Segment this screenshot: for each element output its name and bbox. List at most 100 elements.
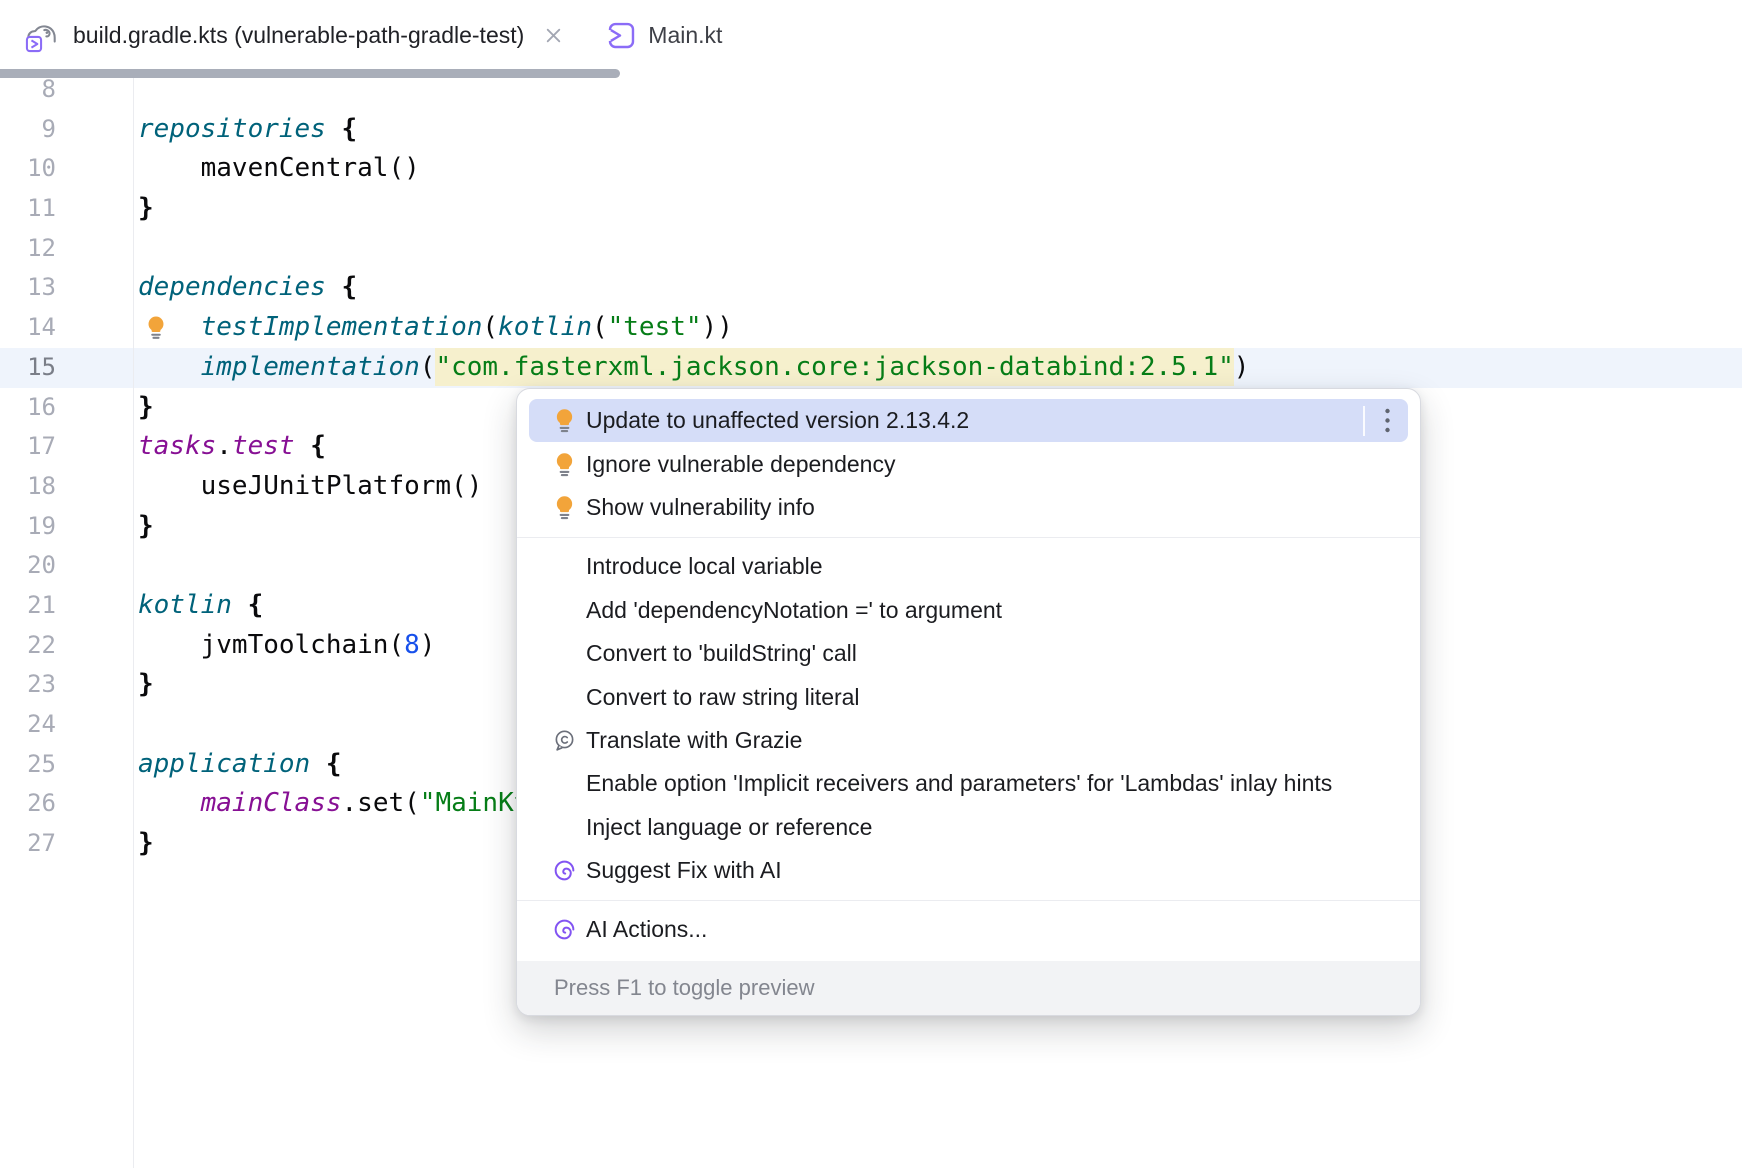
code-line-10[interactable]: 10 mavenCentral() <box>0 149 1742 189</box>
tab-title: Main.kt <box>648 22 722 49</box>
bulb-icon-slot <box>551 407 577 435</box>
intention-action-label: Suggest Fix with AI <box>586 857 782 884</box>
code-text: mainClass.set("MainKt") <box>138 784 561 824</box>
lightbulb-icon <box>552 407 577 434</box>
editor-tab-bar: build.gradle.kts (vulnerable-path-gradle… <box>0 0 1742 70</box>
intention-action-label: Update to unaffected version 2.13.4.2 <box>586 407 969 434</box>
icon-spacer <box>551 596 577 624</box>
gutter-separator <box>133 70 134 1168</box>
code-line-12[interactable]: 12 <box>0 229 1742 269</box>
intention-action-label: Introduce local variable <box>586 553 823 580</box>
active-tab-underline <box>0 69 620 78</box>
intention-action-item[interactable]: Introduce local variable <box>529 545 1408 588</box>
intention-action-item[interactable]: Ignore vulnerable dependency <box>529 442 1408 485</box>
intention-action-item[interactable]: Convert to 'buildString' call <box>529 632 1408 675</box>
intention-action-label: Convert to 'buildString' call <box>586 640 857 667</box>
lightbulb-icon <box>552 494 577 521</box>
intention-action-item[interactable]: Translate with Grazie <box>529 719 1408 762</box>
icon-spacer <box>551 683 577 711</box>
line-number[interactable]: 12 <box>0 229 56 269</box>
code-line-11[interactable]: 11} <box>0 189 1742 229</box>
icon-spacer <box>551 640 577 668</box>
code-line-9[interactable]: 9 repositories { <box>0 110 1742 150</box>
line-number[interactable]: 9 <box>0 110 56 150</box>
intention-action-label: Convert to raw string literal <box>586 684 860 711</box>
intention-action-item[interactable]: Inject language or reference <box>529 806 1408 849</box>
code-text: kotlin { <box>138 586 263 626</box>
line-number[interactable]: 11 <box>0 189 56 229</box>
icon-spacer <box>551 770 577 798</box>
line-number[interactable]: 17 <box>0 427 56 467</box>
intention-action-item[interactable]: Update to unaffected version 2.13.4.2 <box>529 399 1408 442</box>
code-text: dependencies { <box>138 268 357 308</box>
bulb-icon-slot <box>551 493 577 521</box>
ide-window: { "tabs": [ { "label": "build.gradle.kts… <box>0 0 1742 1168</box>
code-text: mavenCentral() <box>138 149 420 189</box>
line-number[interactable]: 23 <box>0 665 56 705</box>
intention-action-label: Enable option 'Implicit receivers and pa… <box>586 770 1332 797</box>
line-number[interactable]: 16 <box>0 388 56 428</box>
line-number[interactable]: 21 <box>0 586 56 626</box>
code-text: testImplementation(kotlin("test")) <box>138 308 733 348</box>
code-text: application { <box>138 745 342 785</box>
intention-action-item[interactable]: Convert to raw string literal <box>529 675 1408 718</box>
intention-action-label: Show vulnerability info <box>586 494 815 521</box>
line-number[interactable]: 20 <box>0 546 56 586</box>
close-tab-icon[interactable] <box>544 26 563 45</box>
code-line-14[interactable]: 14 testImplementation(kotlin("test")) <box>0 308 1742 348</box>
line-number[interactable]: 26 <box>0 784 56 824</box>
code-text: repositories { <box>138 110 357 150</box>
line-number[interactable]: 15 <box>0 348 56 388</box>
line-number[interactable]: 25 <box>0 745 56 785</box>
intention-action-label: Add 'dependencyNotation =' to argument <box>586 597 1002 624</box>
more-options-kebab-icon[interactable] <box>1383 407 1392 434</box>
selected-item-divider <box>1363 406 1365 436</box>
lightbulb-icon <box>552 451 577 478</box>
intention-action-item[interactable]: Show vulnerability info <box>529 486 1408 529</box>
ai-icon-slot <box>551 916 577 944</box>
ai-spiral-icon <box>552 857 577 884</box>
intention-action-label: Translate with Grazie <box>586 727 802 754</box>
line-number[interactable]: 13 <box>0 268 56 308</box>
gradle-kotlin-script-file-icon <box>25 17 61 53</box>
grazie-icon-slot <box>551 726 577 754</box>
intention-action-item[interactable]: AI Actions... <box>529 908 1408 951</box>
intention-action-label: Ignore vulnerable dependency <box>586 451 895 478</box>
line-number[interactable]: 24 <box>0 705 56 745</box>
line-number[interactable]: 14 <box>0 308 56 348</box>
intention-action-item[interactable]: Enable option 'Implicit receivers and pa… <box>529 762 1408 805</box>
line-number[interactable]: 19 <box>0 507 56 547</box>
code-line-13[interactable]: 13 dependencies { <box>0 268 1742 308</box>
intention-action-item[interactable]: Suggest Fix with AI <box>529 849 1408 892</box>
tab-main-kt[interactable]: Main.kt <box>563 0 722 70</box>
code-text: } <box>138 824 154 864</box>
ai-spiral-icon <box>552 916 577 943</box>
intention-actions-list: Update to unaffected version 2.13.4.2 Ign… <box>517 389 1420 961</box>
tab-build-gradle-kts[interactable]: build.gradle.kts (vulnerable-path-gradle… <box>0 0 563 70</box>
code-text: } <box>138 507 154 547</box>
popup-footer-hint: Press F1 to toggle preview <box>517 961 1420 1015</box>
line-number[interactable]: 18 <box>0 467 56 507</box>
kotlin-file-icon <box>607 21 636 50</box>
code-text: } <box>138 189 154 229</box>
code-line-15[interactable]: 15 implementation("com.fasterxml.jackson… <box>0 348 1742 388</box>
code-text: } <box>138 388 154 428</box>
code-text: tasks.test { <box>138 427 326 467</box>
icon-spacer <box>551 553 577 581</box>
intention-actions-popup: Update to unaffected version 2.13.4.2 Ign… <box>516 388 1421 1016</box>
code-text: } <box>138 665 154 705</box>
popup-separator <box>517 529 1420 545</box>
code-text: jvmToolchain(8) <box>138 626 435 666</box>
intention-action-item[interactable]: Add 'dependencyNotation =' to argument <box>529 589 1408 632</box>
icon-spacer <box>551 813 577 841</box>
line-number[interactable]: 27 <box>0 824 56 864</box>
intention-action-label: AI Actions... <box>586 916 707 943</box>
intention-action-label: Inject language or reference <box>586 814 872 841</box>
popup-separator <box>517 892 1420 908</box>
line-number[interactable]: 22 <box>0 626 56 666</box>
tab-title: build.gradle.kts (vulnerable-path-gradle… <box>73 22 524 49</box>
grazie-icon <box>552 727 577 754</box>
ai-icon-slot <box>551 857 577 885</box>
code-text: useJUnitPlatform() <box>138 467 482 507</box>
line-number[interactable]: 10 <box>0 149 56 189</box>
